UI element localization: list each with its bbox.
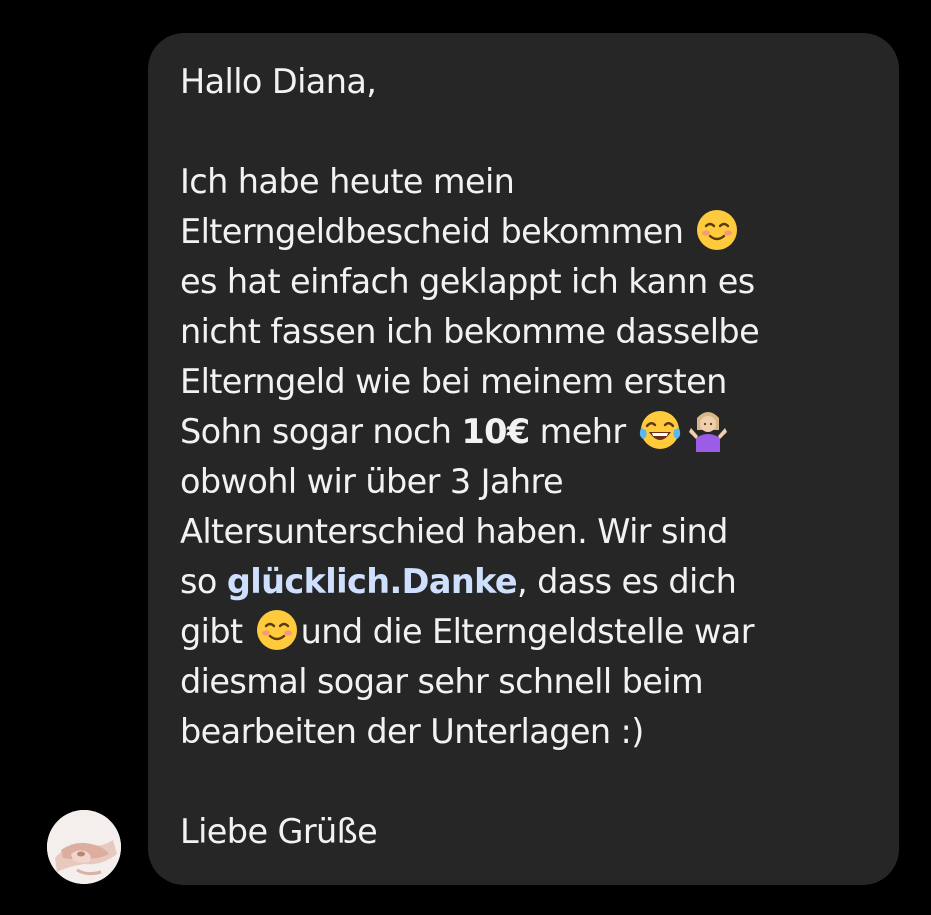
message-line: es hat einfach geklappt ich kann es	[180, 262, 755, 301]
message-line: gibt und die Elterngeldstelle war	[180, 607, 879, 657]
message-line: obwohl wir über 3 Jahre	[180, 462, 564, 501]
sender-avatar[interactable]	[47, 810, 121, 884]
amount-text: 10€	[461, 412, 530, 451]
message-closing: Liebe Grüße	[180, 812, 378, 851]
smiling-face-icon	[695, 208, 739, 252]
message-line: Sohn sogar noch 10€ mehr	[180, 407, 879, 457]
message-greeting: Hallo Diana,	[180, 62, 377, 101]
message-bubble[interactable]: Hallo Diana, Ich habe heute mein Elterng…	[148, 33, 899, 885]
message-line: Elterngeld wie bei meinem ersten	[180, 362, 727, 401]
message-line: Elterngeldbescheid bekommen	[180, 207, 879, 257]
mention-link[interactable]: glücklich.Danke	[227, 562, 518, 601]
tears-of-joy-icon	[638, 408, 682, 452]
message-line: diesmal sogar sehr schnell beim	[180, 662, 704, 701]
message-line: so glücklich.Danke, dass es dich	[180, 562, 737, 601]
message-line: nicht fassen ich bekomme dasselbe	[180, 312, 760, 351]
message-line: Ich habe heute mein	[180, 162, 515, 201]
message-line: Altersunterschied haben. Wir sind	[180, 512, 728, 551]
avatar-photo	[47, 810, 121, 884]
smiling-face-icon	[255, 608, 299, 652]
shrugging-woman-icon	[686, 408, 730, 452]
message-line: bearbeiten der Unterlagen :)	[180, 712, 644, 751]
